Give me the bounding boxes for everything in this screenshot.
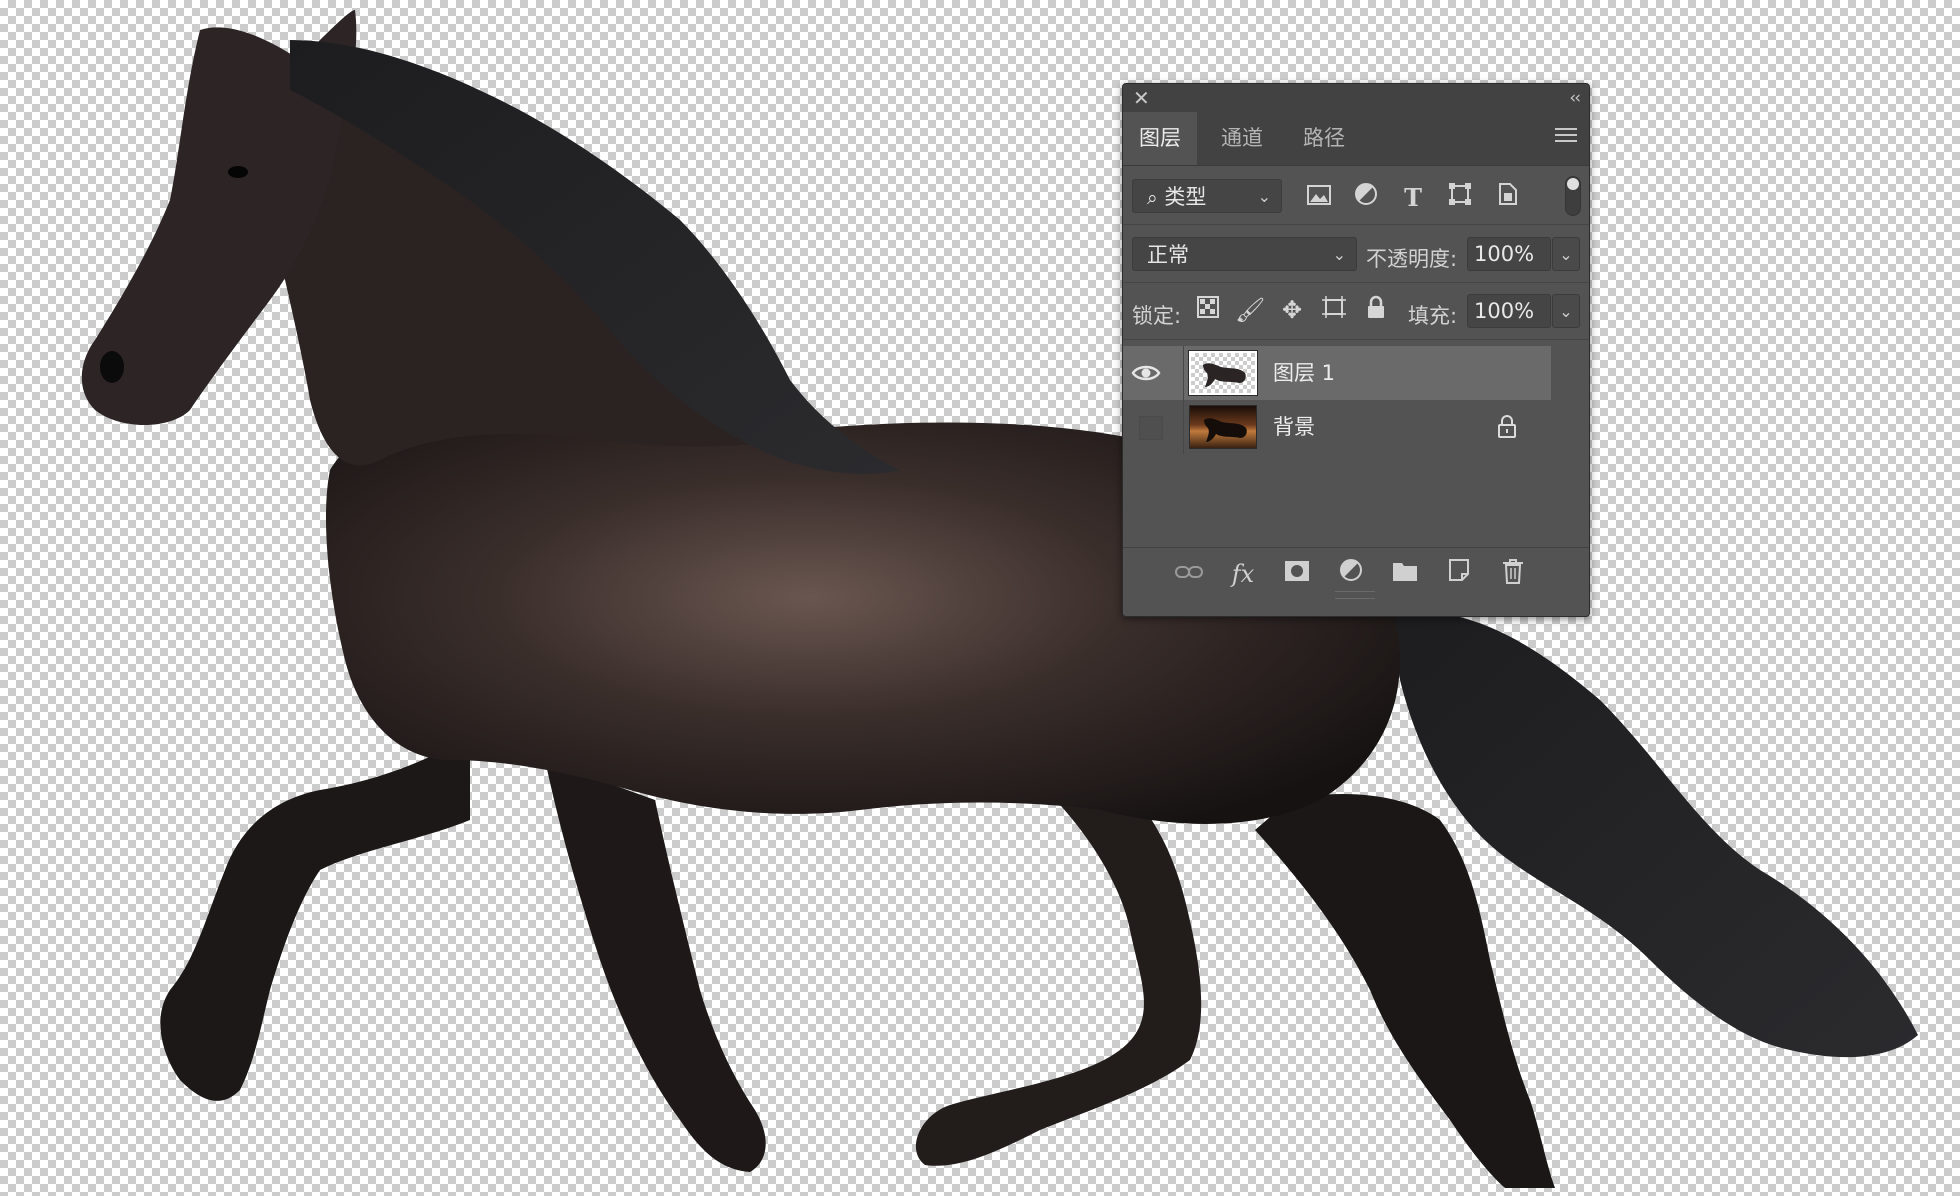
tab-paths[interactable]: 路径 — [1287, 112, 1361, 165]
close-icon[interactable]: ✕ — [1133, 85, 1150, 111]
layer-filter-row: ⌕ 类型 ⌄ T — [1123, 176, 1589, 220]
lock-artboard-icon[interactable] — [1319, 295, 1349, 325]
fill-field[interactable]: 100% — [1467, 294, 1551, 328]
tab-label: 通道 — [1221, 126, 1263, 150]
panel-tab-bar: 图层 通道 路径 — [1123, 112, 1589, 166]
tab-channels[interactable]: 通道 — [1205, 112, 1279, 165]
opacity-field[interactable]: 100% — [1467, 237, 1551, 271]
opacity-value: 100% — [1474, 242, 1535, 266]
layer-row[interactable]: 图层 1 — [1123, 346, 1551, 400]
adjustment-layer-icon[interactable] — [1335, 558, 1367, 590]
type-filter-icon[interactable]: T — [1397, 182, 1429, 214]
visibility-toggle[interactable] — [1139, 416, 1163, 440]
layer-row[interactable]: 背景 — [1123, 400, 1551, 454]
layers-list: 图层 1 背景 — [1123, 342, 1589, 532]
smart-object-filter-icon[interactable] — [1491, 182, 1523, 214]
divider — [1123, 339, 1589, 340]
opacity-label: 不透明度: — [1366, 247, 1458, 271]
chevron-down-icon: ⌄ — [1559, 245, 1573, 264]
adjustment-filter-icon[interactable] — [1350, 182, 1382, 214]
lock-pixels-icon[interactable]: 🖌 — [1235, 295, 1265, 325]
blend-mode-value: 正常 — [1147, 243, 1189, 267]
lock-label: 锁定: — [1132, 304, 1182, 328]
lock-position-icon[interactable]: ✥ — [1277, 295, 1307, 325]
shape-filter-icon[interactable] — [1444, 182, 1476, 214]
panel-menu-icon[interactable] — [1555, 124, 1577, 150]
lock-all-icon[interactable] — [1361, 295, 1391, 325]
filter-type-label: 类型 — [1164, 185, 1207, 209]
divider — [1183, 346, 1184, 400]
chevron-down-icon: ⌄ — [1257, 187, 1271, 206]
delete-layer-icon[interactable] — [1497, 558, 1529, 590]
fill-value: 100% — [1474, 299, 1535, 323]
tab-layers[interactable]: 图层 — [1123, 112, 1197, 165]
lock-icon — [1497, 414, 1521, 440]
tab-label: 路径 — [1303, 126, 1345, 150]
layer-name[interactable]: 图层 1 — [1273, 346, 1335, 400]
divider — [1183, 400, 1184, 454]
image-filter-icon[interactable] — [1303, 182, 1335, 214]
resize-handle[interactable] — [1335, 591, 1375, 599]
fill-slider-button[interactable]: ⌄ — [1552, 294, 1580, 328]
lock-row: 锁定: 🖌 ✥ 填充: 100% ⌄ — [1123, 289, 1589, 333]
new-layer-icon[interactable] — [1443, 558, 1475, 590]
lock-transparent-icon[interactable] — [1193, 295, 1223, 325]
eye-icon[interactable] — [1131, 358, 1163, 388]
panel-titlebar[interactable]: ✕ ‹‹ — [1123, 84, 1589, 112]
layer-thumbnail[interactable] — [1189, 405, 1257, 449]
chevron-down-icon: ⌄ — [1559, 302, 1573, 321]
blend-mode-dropdown[interactable]: 正常 ⌄ — [1132, 237, 1357, 271]
horse-image — [81, 10, 1918, 1188]
fill-label: 填充: — [1408, 304, 1458, 328]
filter-toggle[interactable] — [1565, 176, 1581, 216]
divider — [1123, 224, 1589, 225]
panel-footer: fx — [1123, 547, 1589, 603]
link-layers-icon[interactable] — [1173, 558, 1205, 590]
layer-mask-icon[interactable] — [1281, 558, 1313, 590]
layer-thumbnail[interactable] — [1188, 350, 1258, 396]
opacity-slider-button[interactable]: ⌄ — [1552, 237, 1580, 271]
divider — [1123, 282, 1589, 283]
tab-label: 图层 — [1139, 126, 1181, 150]
collapse-icon[interactable]: ‹‹ — [1569, 85, 1581, 111]
fx-icon[interactable]: fx — [1227, 558, 1259, 590]
search-icon: ⌕ — [1147, 187, 1158, 209]
blend-row: 正常 ⌄ 不透明度: 100% ⌄ — [1123, 232, 1589, 276]
layers-panel: ✕ ‹‹ 图层 通道 路径 ⌕ 类型 ⌄ T 正常 ⌄ 不透明度: 100% ⌄… — [1122, 83, 1590, 617]
new-group-icon[interactable] — [1389, 558, 1421, 590]
layer-name[interactable]: 背景 — [1273, 400, 1315, 454]
chevron-down-icon: ⌄ — [1332, 245, 1346, 264]
filter-type-dropdown[interactable]: ⌕ 类型 ⌄ — [1132, 179, 1282, 213]
